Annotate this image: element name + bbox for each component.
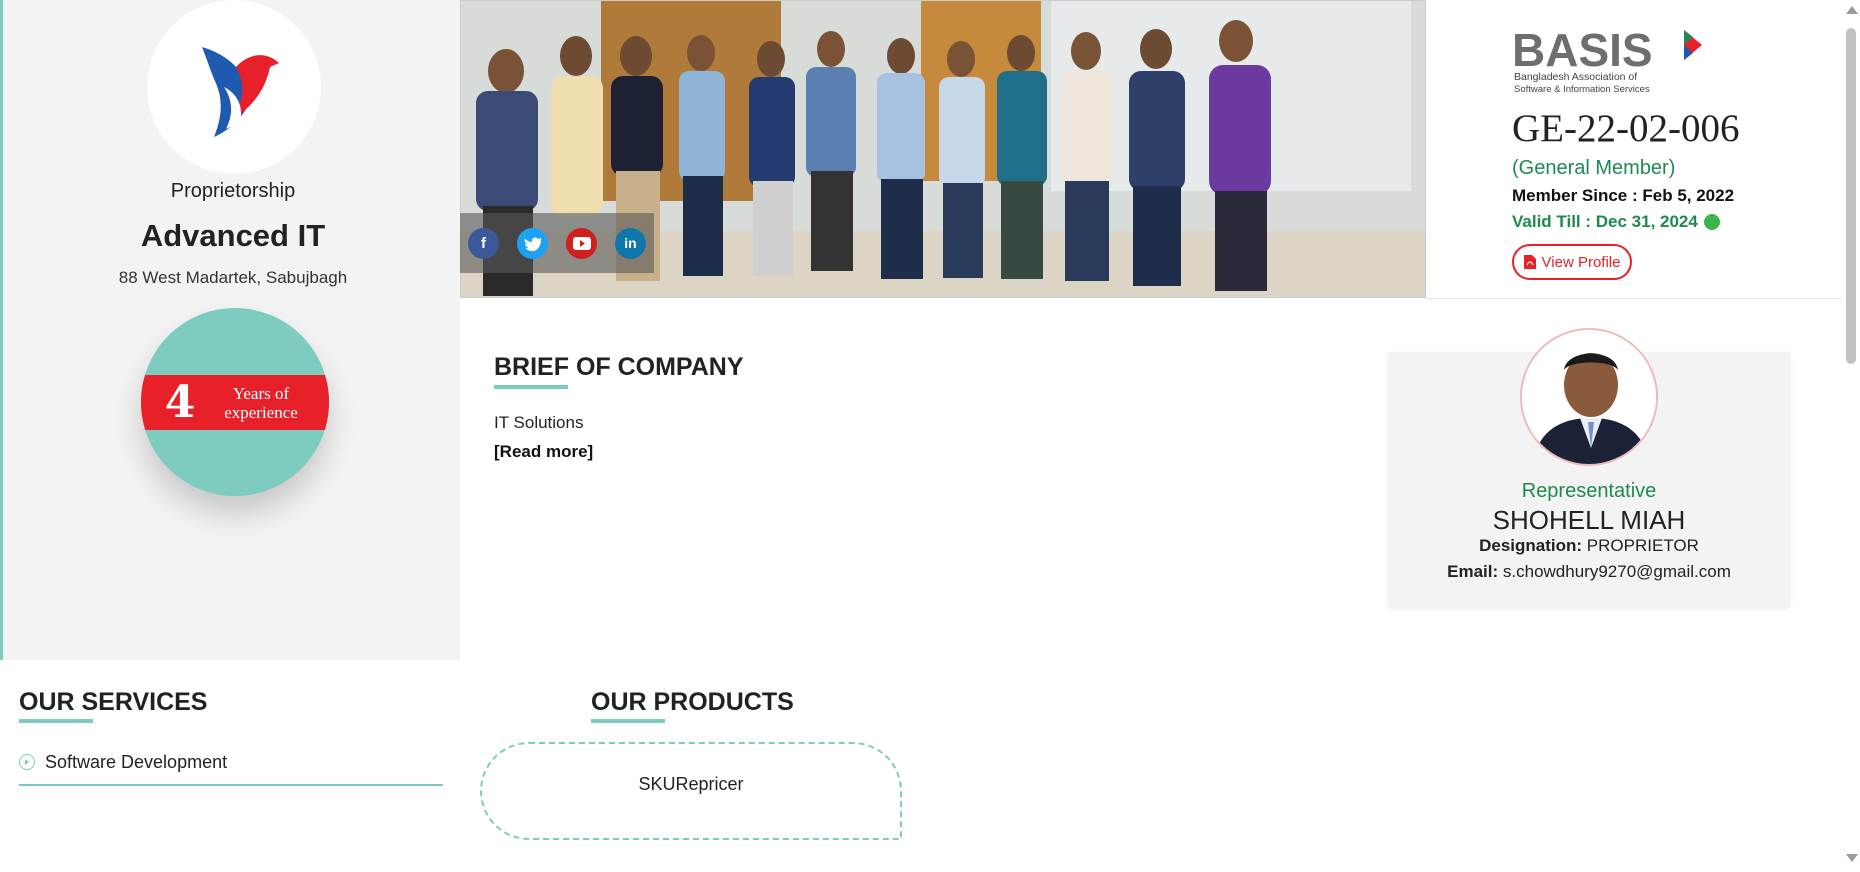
company-name: Advanced IT bbox=[140, 218, 326, 253]
brief-text: IT Solutions bbox=[494, 413, 584, 432]
scrollbar[interactable] bbox=[1842, 0, 1860, 872]
bird-logo-icon bbox=[202, 47, 279, 137]
email-value[interactable]: s.chowdhury9270@gmail.com bbox=[1503, 562, 1731, 581]
service-label: Software Development bbox=[45, 752, 228, 772]
twitter-icon[interactable] bbox=[517, 227, 548, 259]
experience-label: Years of experience bbox=[224, 383, 298, 422]
representative-photo bbox=[1520, 328, 1658, 466]
representative-name: SHOHELL MIAH bbox=[1492, 505, 1686, 535]
scroll-down-arrow-icon[interactable] bbox=[1846, 854, 1858, 862]
representative-label: Representative bbox=[1521, 480, 1657, 502]
experience-band: 4 Years of experience bbox=[141, 375, 329, 430]
brief-title: BRIEF OF COMPANY bbox=[494, 353, 744, 381]
basis-subtitle-1: Bangladesh Association of bbox=[1514, 71, 1637, 83]
products-title-underline bbox=[591, 719, 665, 723]
experience-badge: 4 Years of experience bbox=[141, 308, 329, 496]
valid-till: Valid Till : Dec 31, 2024 bbox=[1512, 212, 1720, 232]
scroll-up-arrow-icon[interactable] bbox=[1846, 6, 1858, 14]
company-sidebar: Proprietorship Advanced IT 88 West Madar… bbox=[0, 0, 460, 660]
view-profile-button[interactable]: View Profile bbox=[1512, 244, 1632, 280]
valid-till-text: Valid Till : Dec 31, 2024 bbox=[1512, 212, 1698, 231]
status-dot-icon bbox=[1703, 214, 1720, 230]
services-title-underline bbox=[19, 719, 93, 723]
designation-label: Designation: bbox=[1479, 536, 1583, 555]
company-address: 88 West Madartek, Sabujbagh bbox=[118, 268, 348, 287]
member-type: (General Member) bbox=[1512, 157, 1676, 179]
brief-title-underline bbox=[494, 385, 568, 389]
product-card[interactable]: SKURepricer bbox=[480, 742, 902, 840]
basis-logo: BASIS Bangladesh Association of Software… bbox=[1512, 24, 1712, 96]
scroll-thumb[interactable] bbox=[1846, 28, 1856, 364]
facebook-icon[interactable]: f bbox=[468, 227, 499, 259]
divider bbox=[1426, 298, 1842, 299]
pdf-icon bbox=[1523, 255, 1536, 269]
member-since: Member Since : Feb 5, 2022 bbox=[1512, 186, 1735, 205]
list-item: Software Development bbox=[19, 752, 443, 786]
social-links: f in bbox=[460, 213, 654, 273]
member-id: GE-22-02-006 bbox=[1512, 107, 1740, 150]
services-title: OUR SERVICES bbox=[19, 688, 208, 716]
basis-subtitle-2: Software & Information Services bbox=[1514, 84, 1650, 95]
basis-logo-text: BASIS bbox=[1512, 26, 1653, 76]
company-type: Proprietorship bbox=[170, 180, 296, 202]
chevron-right-circle-icon bbox=[19, 754, 35, 770]
email-label: Email: bbox=[1447, 562, 1499, 581]
experience-years: 4 bbox=[164, 377, 196, 428]
company-logo bbox=[147, 0, 321, 174]
product-label: SKURepricer bbox=[638, 774, 744, 794]
youtube-icon[interactable] bbox=[566, 227, 597, 259]
products-title: OUR PRODUCTS bbox=[591, 688, 794, 716]
representative-email: Email: s.chowdhury9270@gmail.com bbox=[1388, 562, 1790, 582]
read-more-link[interactable]: [Read more] bbox=[494, 442, 593, 462]
designation-value: PROPRIETOR bbox=[1586, 536, 1699, 555]
representative-designation: Designation: PROPRIETOR bbox=[1388, 536, 1790, 556]
linkedin-icon[interactable]: in bbox=[615, 227, 646, 259]
company-profile-page: Proprietorship Advanced IT 88 West Madar… bbox=[0, 0, 1860, 872]
view-profile-label: View Profile bbox=[1541, 253, 1621, 271]
